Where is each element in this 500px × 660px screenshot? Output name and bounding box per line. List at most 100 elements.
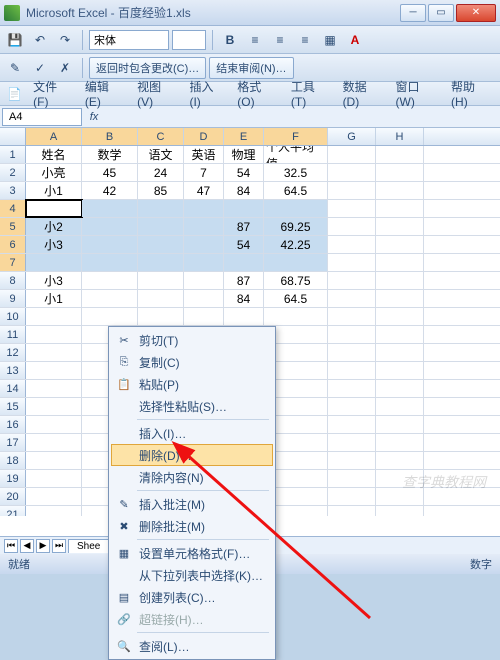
maximize-button[interactable]: ▭	[428, 4, 454, 22]
cell[interactable]	[328, 452, 376, 469]
col-header-D[interactable]: D	[184, 128, 224, 145]
cell[interactable]	[26, 326, 82, 343]
font-select[interactable]: 宋体	[89, 30, 169, 50]
cell[interactable]	[82, 236, 138, 253]
ctx-hyperlink[interactable]: 🔗超链接(H)…	[111, 608, 273, 630]
row-header[interactable]: 20	[0, 488, 26, 505]
cell[interactable]	[264, 254, 328, 271]
minimize-button[interactable]: ─	[400, 4, 426, 22]
bold-button[interactable]: B	[219, 29, 241, 51]
cell[interactable]: 64.5	[264, 182, 328, 199]
table-row[interactable]: 5小28769.25	[0, 218, 500, 236]
ctx-insert-comment[interactable]: ✎插入批注(M)	[111, 493, 273, 515]
cell[interactable]	[376, 416, 424, 433]
cell[interactable]	[184, 254, 224, 271]
cell[interactable]	[82, 272, 138, 289]
col-header-C[interactable]: C	[138, 128, 184, 145]
cell[interactable]	[328, 272, 376, 289]
cell[interactable]: 64.5	[264, 290, 328, 307]
col-header-B[interactable]: B	[82, 128, 138, 145]
cell[interactable]	[82, 218, 138, 235]
table-row[interactable]: 6小35442.25	[0, 236, 500, 254]
worksheet-grid[interactable]: A B C D E F G H 1姓名数学语文英语物理个人平均值2小亮45247…	[0, 128, 500, 536]
tab-nav-prev[interactable]: ◀	[20, 539, 34, 553]
cell[interactable]: 物理	[224, 146, 264, 163]
menu-data[interactable]: 数据(D)	[337, 75, 388, 112]
cell[interactable]: 数学	[82, 146, 138, 163]
cell[interactable]	[138, 200, 184, 217]
ctx-format-cells[interactable]: ▦设置单元格格式(F)…	[111, 542, 273, 564]
font-size-select[interactable]	[172, 30, 206, 50]
ctx-paste-special[interactable]: 选择性粘贴(S)…	[111, 395, 273, 417]
cell[interactable]	[26, 380, 82, 397]
ctx-delete-comment[interactable]: ✖删除批注(M)	[111, 515, 273, 537]
row-header[interactable]: 2	[0, 164, 26, 181]
align-center-icon[interactable]: ≡	[269, 29, 291, 51]
close-button[interactable]: ✕	[456, 4, 496, 22]
cell[interactable]	[376, 200, 424, 217]
cell[interactable]: 7	[184, 164, 224, 181]
cell[interactable]	[328, 506, 376, 516]
cell[interactable]: 45	[82, 164, 138, 181]
cell[interactable]	[328, 470, 376, 487]
cell[interactable]: 小3	[26, 236, 82, 253]
menu-view[interactable]: 视图(V)	[131, 75, 181, 112]
cell[interactable]	[328, 164, 376, 181]
cell[interactable]	[184, 200, 224, 217]
cell[interactable]	[26, 344, 82, 361]
cell[interactable]	[328, 380, 376, 397]
cell[interactable]	[328, 146, 376, 163]
cell[interactable]	[376, 254, 424, 271]
cell[interactable]	[328, 416, 376, 433]
cell[interactable]: 54	[224, 236, 264, 253]
col-header-H[interactable]: H	[376, 128, 424, 145]
cell[interactable]: 68.75	[264, 272, 328, 289]
row-header[interactable]: 1	[0, 146, 26, 163]
table-row[interactable]: 4	[0, 200, 500, 218]
cell[interactable]	[376, 398, 424, 415]
cell[interactable]	[26, 506, 82, 516]
row-header[interactable]: 15	[0, 398, 26, 415]
cell[interactable]: 42	[82, 182, 138, 199]
cell[interactable]: 84	[224, 182, 264, 199]
cell[interactable]	[328, 362, 376, 379]
cell[interactable]	[26, 362, 82, 379]
ctx-paste[interactable]: 📋粘贴(P)	[111, 373, 273, 395]
col-header-G[interactable]: G	[328, 128, 376, 145]
cell[interactable]	[224, 254, 264, 271]
cell[interactable]	[138, 290, 184, 307]
cell[interactable]	[328, 344, 376, 361]
row-header[interactable]: 6	[0, 236, 26, 253]
table-row[interactable]: 8小38768.75	[0, 272, 500, 290]
cell[interactable]	[376, 164, 424, 181]
cell[interactable]	[82, 200, 138, 217]
cell[interactable]	[184, 236, 224, 253]
cell[interactable]	[328, 182, 376, 199]
tab-nav-last[interactable]: ⏭	[52, 539, 66, 553]
table-row[interactable]: 10	[0, 308, 500, 326]
cell[interactable]	[328, 326, 376, 343]
row-header[interactable]: 10	[0, 308, 26, 325]
cell[interactable]	[264, 200, 328, 217]
cell[interactable]	[376, 146, 424, 163]
menu-edit[interactable]: 编辑(E)	[79, 75, 129, 112]
row-header[interactable]: 17	[0, 434, 26, 451]
row-header[interactable]: 18	[0, 452, 26, 469]
cell[interactable]	[26, 308, 82, 325]
table-row[interactable]: 3小14285478464.5	[0, 182, 500, 200]
cell[interactable]	[26, 398, 82, 415]
cell[interactable]	[376, 326, 424, 343]
menu-file[interactable]: 文件(F)	[27, 75, 77, 112]
sheet-tab[interactable]: Shee	[68, 539, 109, 553]
border-icon[interactable]: ▦	[319, 29, 341, 51]
ctx-clear[interactable]: 清除内容(N)	[111, 466, 273, 488]
cell[interactable]	[82, 254, 138, 271]
cell[interactable]	[376, 236, 424, 253]
row-header[interactable]: 8	[0, 272, 26, 289]
cell[interactable]	[26, 470, 82, 487]
comment-icon[interactable]: ✎	[4, 57, 26, 79]
table-row[interactable]: 2小亮452475432.5	[0, 164, 500, 182]
row-header[interactable]: 5	[0, 218, 26, 235]
save-icon[interactable]: 💾	[4, 29, 26, 51]
cell[interactable]	[328, 398, 376, 415]
